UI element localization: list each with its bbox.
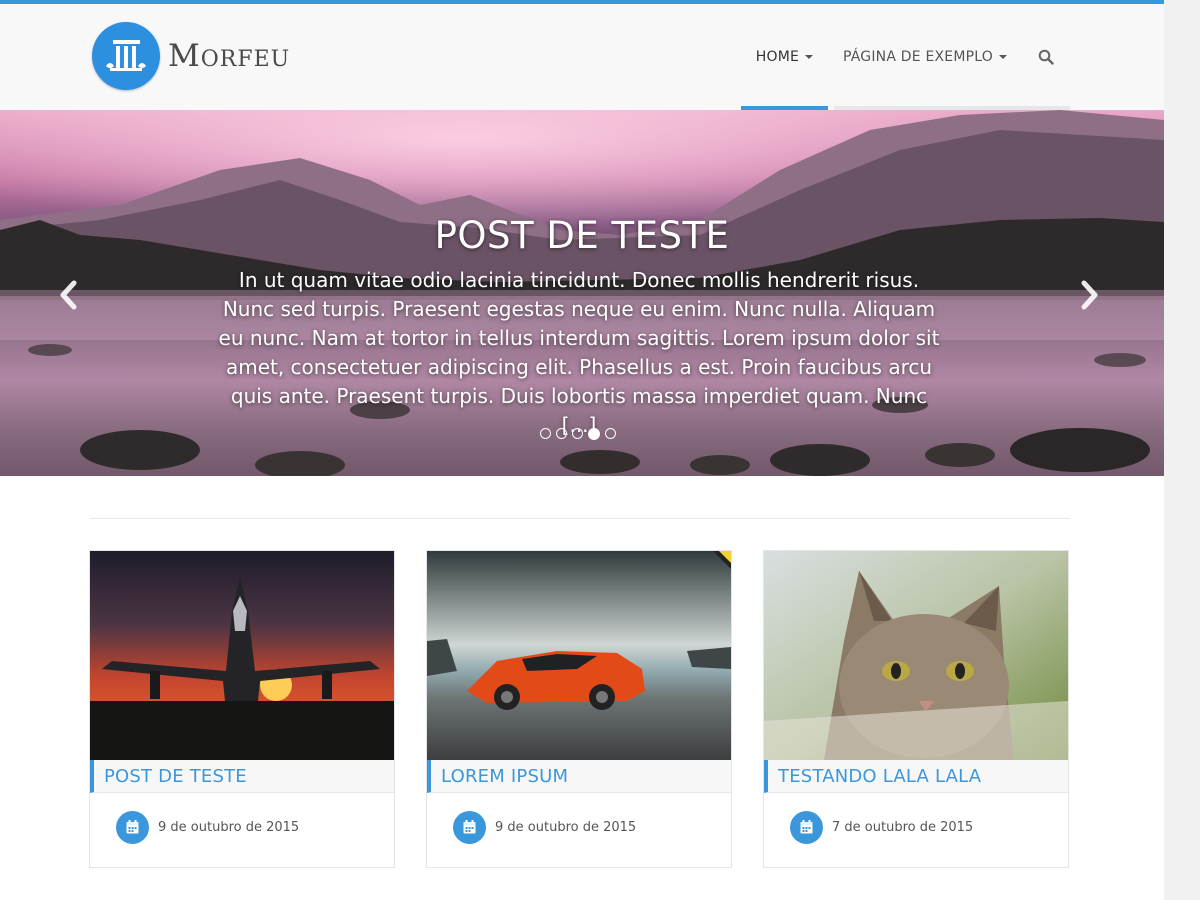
chevron-down-icon <box>999 55 1007 59</box>
post-date: 9 de outubro de 2015 <box>158 820 300 835</box>
slide-title[interactable]: POST DE TESTE <box>0 214 1164 257</box>
search-button[interactable] <box>1022 4 1070 110</box>
slide-excerpt: In ut quam vitae odio lacinia tincidunt.… <box>218 268 940 437</box>
featured-slider[interactable]: POST DE TESTE In ut quam vitae odio laci… <box>0 110 1164 476</box>
section-divider <box>90 518 1070 519</box>
nav-item-label: PÁGINA DE EXEMPLO <box>843 49 993 65</box>
page: Morfeu HOME PÁGINA DE EXEMPLO POST DE TE… <box>0 0 1164 900</box>
site-title: Morfeu <box>168 38 291 74</box>
post-thumbnail-cat[interactable] <box>764 551 1068 760</box>
slider-dot-5[interactable] <box>605 428 616 439</box>
post-title[interactable]: TESTANDO LALA LALA <box>778 766 981 787</box>
post-thumbnail-jet[interactable] <box>90 551 394 760</box>
search-icon <box>1038 49 1054 65</box>
chevron-down-icon <box>805 55 814 59</box>
post-title[interactable]: LOREM IPSUM <box>441 766 568 787</box>
calendar-icon <box>116 811 149 844</box>
chevron-right-icon <box>1081 280 1098 310</box>
post-meta: 9 de outubro de 2015 <box>116 811 299 844</box>
post-card: LOREM IPSUM 9 de outubro de 2015 <box>426 550 732 868</box>
post-title-bar: POST DE TESTE <box>90 760 394 793</box>
nav-item-home[interactable]: HOME <box>740 4 829 110</box>
post-thumbnail-car[interactable] <box>427 551 731 760</box>
slider-next-button[interactable] <box>1074 280 1104 310</box>
nav-item-pagina-de-exemplo[interactable]: PÁGINA DE EXEMPLO <box>828 4 1022 110</box>
slider-prev-button[interactable] <box>54 280 84 310</box>
post-title-bar: TESTANDO LALA LALA <box>764 760 1068 793</box>
main-nav: HOME PÁGINA DE EXEMPLO <box>740 4 1070 110</box>
post-meta: 9 de outubro de 2015 <box>453 811 636 844</box>
scrollbar-track[interactable] <box>1164 0 1200 900</box>
post-date: 9 de outubro de 2015 <box>495 820 637 835</box>
slider-dot-2[interactable] <box>556 428 567 439</box>
chevron-left-icon <box>60 280 77 310</box>
calendar-icon <box>453 811 486 844</box>
post-title[interactable]: POST DE TESTE <box>104 766 247 787</box>
post-title-bar: LOREM IPSUM <box>427 760 731 793</box>
post-card: POST DE TESTE 9 de outubro de 2015 <box>89 550 395 868</box>
site-header: Morfeu HOME PÁGINA DE EXEMPLO <box>0 4 1164 110</box>
nav-item-label: HOME <box>755 49 800 65</box>
logo-column-icon <box>92 22 160 90</box>
post-date: 7 de outubro de 2015 <box>832 820 974 835</box>
slider-indicators <box>540 428 616 440</box>
slider-dot-3[interactable] <box>572 428 583 439</box>
post-card: TESTANDO LALA LALA 7 de outubro de 2015 <box>763 550 1069 868</box>
slider-dot-1[interactable] <box>540 428 551 439</box>
site-logo[interactable]: Morfeu <box>92 22 290 90</box>
post-meta: 7 de outubro de 2015 <box>790 811 973 844</box>
slider-dot-4[interactable] <box>588 428 600 440</box>
calendar-icon <box>790 811 823 844</box>
